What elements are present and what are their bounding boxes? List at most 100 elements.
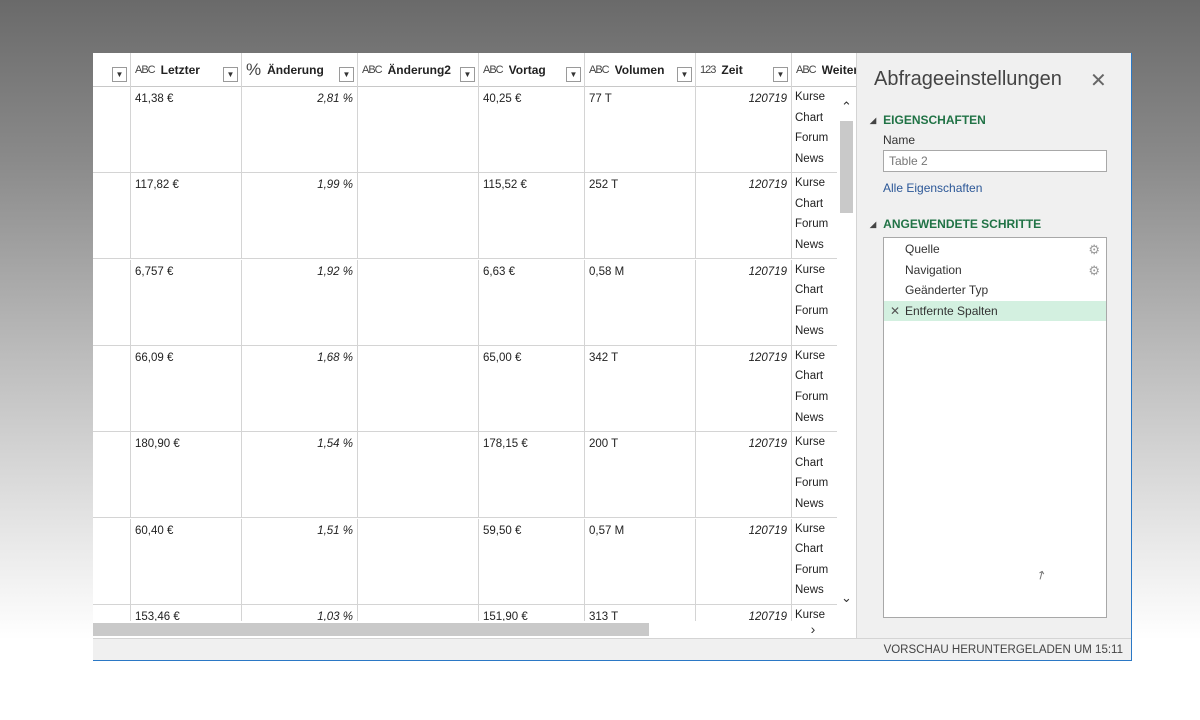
filter-dropdown-icon[interactable]: ▼	[677, 67, 692, 82]
table-row[interactable]: 117,82 €1,99 % 115,52 €252 T 120719 Kurse Ch…	[93, 173, 837, 260]
scroll-down-icon[interactable]: ⌄	[839, 590, 854, 606]
table-cell-vortag[interactable]: 115,52 €	[479, 173, 585, 260]
table-cell-vortag[interactable]: 178,15 €	[479, 432, 585, 519]
row-link[interactable]: Chart	[795, 366, 833, 387]
filter-dropdown-icon[interactable]: ▼	[773, 67, 788, 82]
table-cell-vortag[interactable]: 40,25 €	[479, 87, 585, 173]
row-link[interactable]: News	[795, 580, 833, 601]
filter-dropdown-icon[interactable]: ▼	[339, 67, 354, 82]
row-link[interactable]: Forum	[795, 387, 833, 408]
table-cell-links[interactable]: Kurse Chart Forum News	[792, 346, 837, 432]
column-header-vortag[interactable]: ABC Vortag ▼	[479, 53, 585, 87]
horizontal-scroll-thumb[interactable]	[93, 623, 649, 636]
table-cell-links[interactable]: Kurse	[792, 605, 837, 621]
column-header-letzter[interactable]: ABC Letzter ▼	[131, 53, 242, 87]
filter-dropdown-icon[interactable]: ▼	[566, 67, 581, 82]
table-row[interactable]: 6,757 €1,92 % 6,63 €0,58 M 120719 Kurse Char…	[93, 259, 837, 346]
table-cell-aenderung2[interactable]	[358, 518, 479, 605]
applied-step[interactable]: Geänderter Typ	[884, 280, 1106, 301]
table-cell-volumen[interactable]: 342 T	[585, 345, 696, 432]
row-link[interactable]: Chart	[795, 539, 833, 560]
table-cell-aenderung2[interactable]	[358, 604, 479, 621]
table-cell-zeit[interactable]: 120719	[696, 432, 792, 519]
table-cell-aenderung2[interactable]	[358, 345, 479, 432]
applied-step[interactable]: Entfernte Spalten ✕	[884, 300, 1106, 321]
table-cell-volumen[interactable]: 313 T	[585, 604, 696, 621]
row-link[interactable]: News	[795, 494, 833, 515]
table-cell-vortag[interactable]: 59,50 €	[479, 518, 585, 605]
table-cell-aenderung[interactable]: 2,81 %	[242, 87, 358, 173]
collapse-triangle-icon[interactable]: ◢	[870, 116, 876, 125]
close-icon[interactable]: ✕	[1090, 68, 1107, 93]
table-cell-aenderung[interactable]: 1,92 %	[242, 259, 358, 346]
filter-dropdown-icon[interactable]: ▼	[112, 67, 127, 82]
table-cell-volumen[interactable]: 200 T	[585, 432, 696, 519]
table-cell[interactable]	[93, 259, 131, 346]
table-cell-aenderung[interactable]: 1,99 %	[242, 173, 358, 260]
row-link[interactable]: Forum	[795, 301, 833, 322]
table-cell-letzter[interactable]: 60,40 €	[131, 518, 242, 605]
row-link[interactable]: Kurse	[795, 605, 833, 621]
column-header-weiter[interactable]: ABC Weiter	[792, 53, 856, 87]
table-cell[interactable]	[93, 345, 131, 432]
table-cell-aenderung2[interactable]	[358, 173, 479, 260]
column-header-aenderung[interactable]: % Änderung ▼	[242, 53, 358, 87]
row-link[interactable]: Kurse	[795, 519, 833, 540]
row-link[interactable]: Forum	[795, 128, 833, 149]
table-cell-zeit[interactable]: 120719	[696, 345, 792, 432]
table-row[interactable]: 153,46 €1,03 % 151,90 €313 T 120719 Kurse	[93, 604, 837, 621]
table-cell-zeit[interactable]: 120719	[696, 604, 792, 621]
applied-step[interactable]: Navigation ⚙	[884, 260, 1106, 281]
table-cell[interactable]	[93, 604, 131, 621]
row-link[interactable]: News	[795, 408, 833, 429]
table-cell-letzter[interactable]: 180,90 €	[131, 432, 242, 519]
applied-step[interactable]: Quelle ⚙	[884, 239, 1106, 260]
scroll-right-icon[interactable]: ›	[805, 621, 821, 638]
column-header-zeit[interactable]: 123 Zeit ▼	[696, 53, 792, 87]
horizontal-scrollbar[interactable]: ›	[93, 621, 856, 638]
table-cell-links[interactable]: Kurse Chart Forum News	[792, 260, 837, 346]
table-cell-aenderung[interactable]: 1,68 %	[242, 345, 358, 432]
row-link[interactable]: Forum	[795, 214, 833, 235]
table-cell-vortag[interactable]: 65,00 €	[479, 345, 585, 432]
table-cell-letzter[interactable]: 6,757 €	[131, 259, 242, 346]
table-cell-aenderung2[interactable]	[358, 432, 479, 519]
gear-icon[interactable]: ⚙	[1088, 242, 1100, 258]
vertical-scrollbar[interactable]: ⌃ ⌄	[837, 87, 856, 621]
table-cell-letzter[interactable]: 117,82 €	[131, 173, 242, 260]
table-cell-links[interactable]: Kurse Chart Forum News	[792, 519, 837, 605]
all-properties-link[interactable]: Alle Eigenschaften	[883, 181, 982, 195]
name-input[interactable]	[883, 150, 1107, 172]
row-link[interactable]: Forum	[795, 473, 833, 494]
row-link[interactable]: Chart	[795, 108, 833, 129]
table-cell[interactable]	[93, 518, 131, 605]
table-cell-vortag[interactable]: 6,63 €	[479, 259, 585, 346]
vertical-scroll-thumb[interactable]	[840, 121, 853, 213]
table-cell-letzter[interactable]: 153,46 €	[131, 604, 242, 621]
row-link[interactable]: Chart	[795, 453, 833, 474]
row-link[interactable]: Chart	[795, 194, 833, 215]
table-cell-vortag[interactable]: 151,90 €	[479, 604, 585, 621]
row-link[interactable]: Forum	[795, 560, 833, 581]
filter-dropdown-icon[interactable]: ▼	[223, 67, 238, 82]
row-link[interactable]: Kurse	[795, 346, 833, 367]
table-cell-volumen[interactable]: 77 T	[585, 87, 696, 173]
gear-icon[interactable]: ⚙	[1088, 263, 1100, 279]
table-cell-aenderung2[interactable]	[358, 87, 479, 173]
row-link[interactable]: Chart	[795, 280, 833, 301]
row-link[interactable]: News	[795, 321, 833, 342]
table-cell[interactable]	[93, 87, 131, 173]
row-link[interactable]: Kurse	[795, 432, 833, 453]
table-cell-links[interactable]: Kurse Chart Forum News	[792, 432, 837, 518]
collapse-triangle-icon[interactable]: ◢	[870, 220, 876, 229]
row-link[interactable]: News	[795, 149, 833, 170]
column-header-0[interactable]: ▼	[93, 53, 131, 87]
properties-section-header[interactable]: ◢ EIGENSCHAFTEN	[870, 113, 986, 127]
table-cell-zeit[interactable]: 120719	[696, 87, 792, 173]
table-cell-aenderung[interactable]: 1,51 %	[242, 518, 358, 605]
table-cell[interactable]	[93, 173, 131, 260]
scroll-up-icon[interactable]: ⌃	[839, 99, 854, 115]
row-link[interactable]: Kurse	[795, 173, 833, 194]
table-cell[interactable]	[93, 432, 131, 519]
table-cell-links[interactable]: Kurse Chart Forum News	[792, 87, 837, 173]
